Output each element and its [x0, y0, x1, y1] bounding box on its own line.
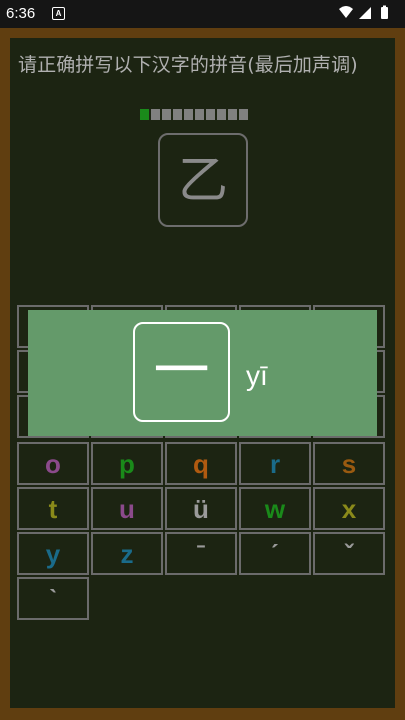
instruction-text: 请正确拼写以下汉字的拼音(最后加声调) — [18, 54, 358, 76]
status-icons — [339, 5, 388, 19]
answer-pinyin: yī — [246, 360, 268, 391]
key-o[interactable]: o — [17, 442, 89, 485]
wifi-icon — [339, 6, 353, 18]
progress-segment — [151, 109, 160, 120]
key-w[interactable]: w — [239, 487, 311, 530]
progress-segment — [173, 109, 182, 120]
key-ˋ[interactable]: ˋ — [17, 577, 89, 620]
status-time: 6:36 — [6, 5, 36, 22]
progress-segment — [195, 109, 204, 120]
signal-icon — [359, 7, 371, 19]
key-ˇ[interactable]: ˇ — [313, 532, 385, 575]
key-x[interactable]: x — [313, 487, 385, 530]
progress-segment — [140, 109, 149, 120]
battery-icon — [381, 7, 388, 19]
key-r[interactable]: r — [239, 442, 311, 485]
key-u[interactable]: u — [91, 487, 163, 530]
key-q[interactable]: q — [165, 442, 237, 485]
progress-segment — [206, 109, 215, 120]
key-ü[interactable]: ü — [165, 487, 237, 530]
key-s[interactable]: s — [313, 442, 385, 485]
progress-segment — [228, 109, 237, 120]
key-z[interactable]: z — [91, 532, 163, 575]
progress-segment — [239, 109, 248, 120]
key-y[interactable]: y — [17, 532, 89, 575]
progress-segment — [217, 109, 226, 120]
status-bar: 6:36 A — [0, 0, 405, 28]
answer-hanzi: 一 — [133, 322, 230, 422]
key-t[interactable]: t — [17, 487, 89, 530]
progress-indicator — [140, 109, 248, 120]
answer-popup: 一 yī — [28, 310, 377, 436]
progress-segment — [162, 109, 171, 120]
progress-segment — [184, 109, 193, 120]
key-ˉ[interactable]: ˉ — [165, 532, 237, 575]
target-character: 乙 — [158, 133, 248, 227]
key-ˊ[interactable]: ˊ — [239, 532, 311, 575]
notification-icon: A — [52, 7, 65, 20]
key-p[interactable]: p — [91, 442, 163, 485]
